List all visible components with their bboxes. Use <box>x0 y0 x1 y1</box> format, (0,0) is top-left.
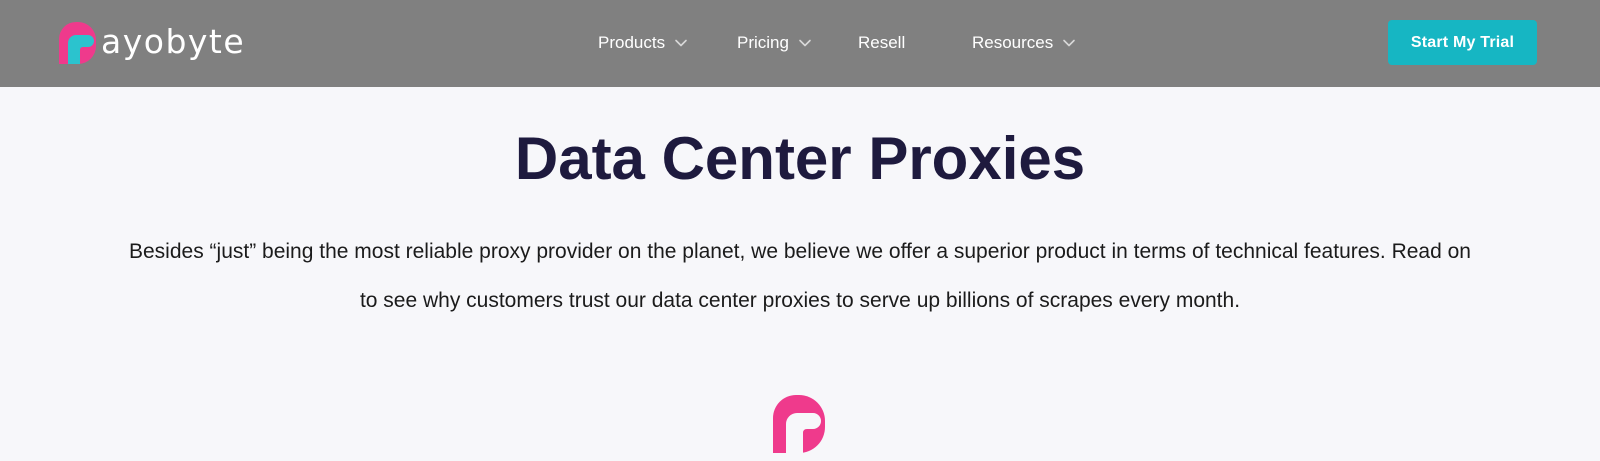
chevron-down-icon <box>675 39 687 47</box>
nav-pricing[interactable]: Pricing <box>737 28 812 58</box>
hero-description: Besides “just” being the most reliable p… <box>62 227 1538 325</box>
hero-description-line-2: to see why customers trust our data cent… <box>359 289 1241 312</box>
nav-resources-label: Resources <box>972 33 1054 52</box>
nav-resell-label: Resell <box>858 33 906 52</box>
nav-pricing-label: Pricing <box>737 33 789 52</box>
nav-products[interactable]: Products <box>598 28 688 58</box>
hero-description-line-1: Besides “just” being the most reliable p… <box>128 240 1471 263</box>
nav-resell[interactable]: Resell <box>858 28 905 58</box>
rayobyte-logo-icon <box>773 395 825 453</box>
chevron-down-icon <box>799 39 811 47</box>
site-header: ayobyte Products Pricing Resell Resource… <box>0 0 1600 87</box>
nav-resources[interactable]: Resources <box>972 28 1076 58</box>
chevron-down-icon <box>1063 39 1076 47</box>
logo-link[interactable]: ayobyte <box>54 20 245 66</box>
rayobyte-logo-icon <box>59 22 96 64</box>
start-trial-button[interactable]: Start My Trial <box>1388 20 1537 65</box>
brand-name: ayobyte <box>101 21 246 61</box>
page-title: Data Center Proxies <box>514 125 1086 192</box>
nav-products-label: Products <box>598 33 666 52</box>
